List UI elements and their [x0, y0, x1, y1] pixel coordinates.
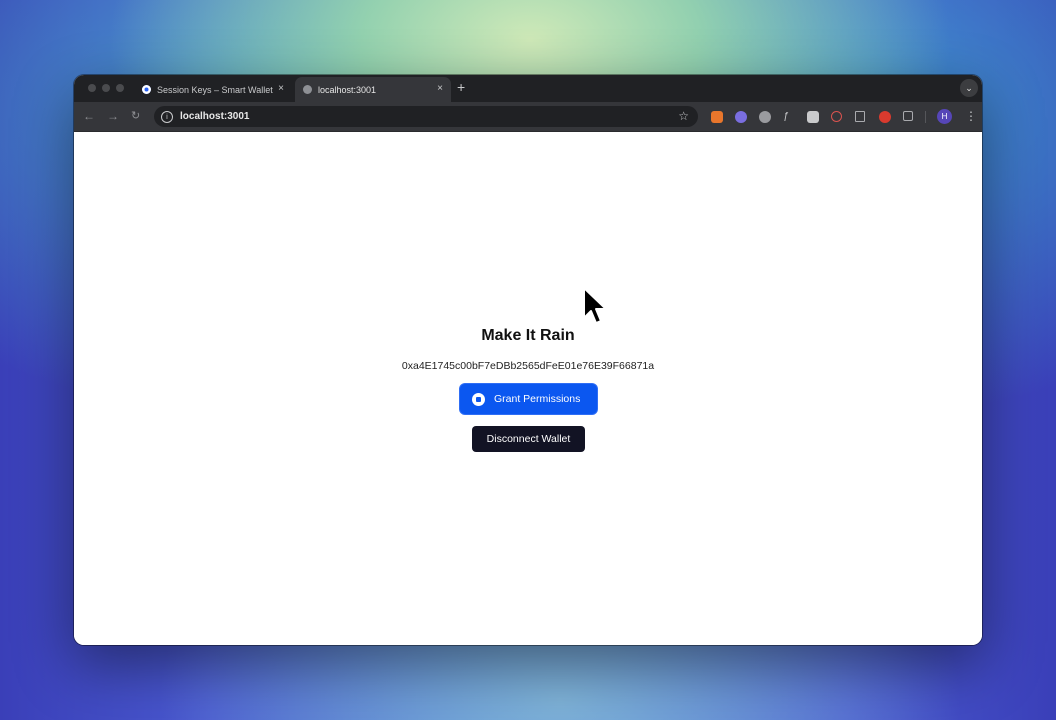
wallet-address: 0xa4E1745c00bF7eDBb2565dFeE01e76E39F6687…	[401, 360, 655, 372]
forward-arrow-icon[interactable]: →	[107, 109, 119, 123]
page-title: Make It Rain	[481, 327, 575, 344]
tab-title: Session Keys – Smart Wallet	[157, 84, 273, 95]
tab-title: localhost:3001	[318, 84, 377, 95]
grant-permissions-label: Grant Permissions	[494, 393, 581, 405]
coinbase-logo-icon	[472, 392, 485, 406]
extension-fox-icon[interactable]	[711, 111, 723, 123]
extension-square-icon[interactable]	[807, 111, 819, 123]
mouse-cursor-icon	[583, 287, 607, 324]
reload-icon[interactable]: ↻	[131, 109, 140, 123]
tab-session-keys[interactable]: Session Keys – Smart Wallet ×	[134, 77, 292, 102]
maximize-window-button[interactable]	[116, 84, 124, 92]
more-menu-icon[interactable]: ⋮	[965, 109, 977, 123]
close-tab-icon[interactable]: ×	[278, 84, 284, 94]
address-bar[interactable]: i localhost:3001 ☆	[154, 106, 698, 127]
globe-favicon-icon	[303, 85, 312, 94]
extension-red-icon[interactable]	[879, 111, 891, 123]
new-tab-icon[interactable]: +	[457, 80, 465, 94]
tab-localhost[interactable]: localhost:3001 ×	[295, 77, 451, 102]
disconnect-wallet-label: Disconnect Wallet	[486, 433, 571, 445]
browser-toolbar: ← → ↻ i localhost:3001 ☆ ƒ H ⋮	[74, 102, 982, 132]
extension-circle-icon[interactable]	[759, 111, 771, 123]
coinbase-favicon-icon	[142, 85, 151, 94]
minimize-window-button[interactable]	[102, 84, 110, 92]
bookmark-star-icon[interactable]: ☆	[678, 109, 689, 123]
site-info-icon[interactable]: i	[161, 110, 173, 123]
chevron-down-icon: ⌄	[965, 82, 973, 93]
page-content: Make It Rain 0xa4E1745c00bF7eDBb2565dFeE…	[74, 132, 982, 645]
profile-avatar[interactable]: H	[937, 109, 952, 124]
address-url[interactable]: localhost:3001	[180, 111, 249, 122]
browser-window: Session Keys – Smart Wallet × localhost:…	[74, 75, 982, 645]
grant-permissions-button[interactable]: Grant Permissions	[460, 384, 597, 414]
extension-document-icon[interactable]	[855, 111, 865, 122]
disconnect-wallet-button[interactable]: Disconnect Wallet	[472, 426, 585, 452]
tab-bar: Session Keys – Smart Wallet × localhost:…	[74, 75, 982, 102]
toolbar-divider	[925, 111, 926, 123]
extensions-puzzle-icon[interactable]	[903, 111, 913, 121]
close-window-button[interactable]	[88, 84, 96, 92]
extension-target-icon[interactable]	[831, 111, 842, 122]
close-tab-icon[interactable]: ×	[437, 84, 443, 94]
tab-search-button[interactable]: ⌄	[960, 79, 978, 97]
extension-rainbow-icon[interactable]	[735, 111, 747, 123]
extension-function-icon[interactable]: ƒ	[783, 111, 795, 123]
back-arrow-icon[interactable]: ←	[83, 109, 95, 123]
